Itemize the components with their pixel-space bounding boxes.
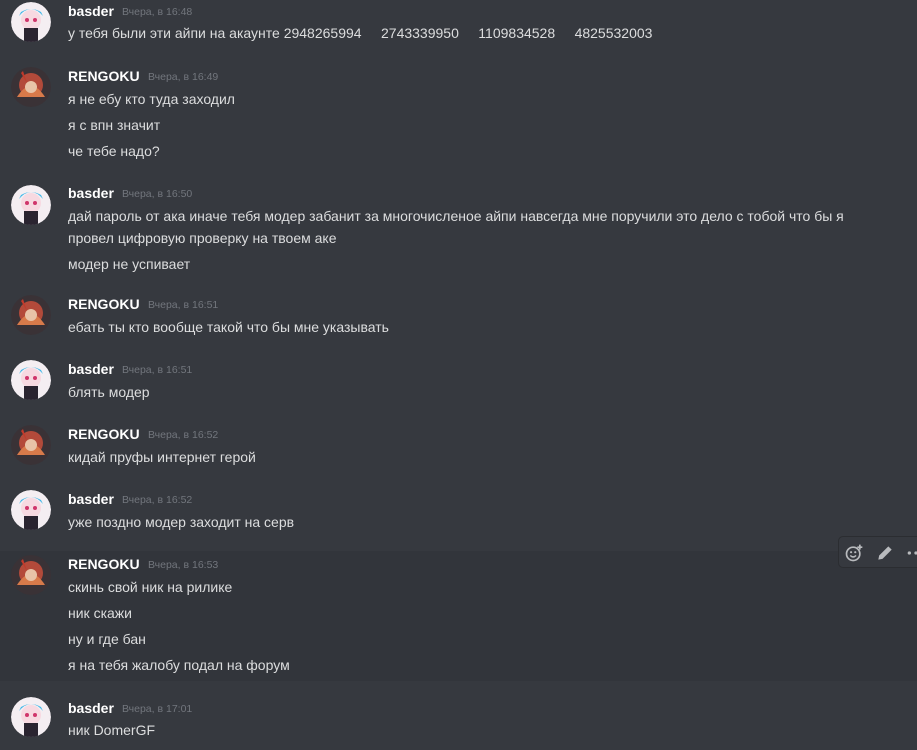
message-group: RENGOKU Вчера, в 16:49 я не ебу кто туда… xyxy=(0,62,917,172)
add-reaction-icon xyxy=(845,544,863,562)
message-group: basder Вчера, в 16:52 уже поздно модер з… xyxy=(0,485,917,540)
author-name[interactable]: RENGOKU xyxy=(68,296,140,312)
message-text: ебать ты кто вообще такой что бы мне ука… xyxy=(68,319,389,335)
edit-icon xyxy=(878,546,892,560)
timestamp: Вчера, в 16:52 xyxy=(122,494,193,506)
message-group: RENGOKU Вчера, в 16:51 ебать ты кто вооб… xyxy=(0,290,917,345)
message-text: ник DomerGF xyxy=(68,722,156,738)
author-name[interactable]: RENGOKU xyxy=(68,68,140,84)
timestamp: Вчера, в 16:49 xyxy=(148,71,219,83)
message-text: блять модер xyxy=(68,384,150,400)
avatar[interactable] xyxy=(11,185,51,225)
timestamp: Вчера, в 16:52 xyxy=(148,429,219,441)
timestamp: Вчера, в 16:50 xyxy=(122,188,193,200)
timestamp: Вчера, в 16:53 xyxy=(148,559,219,571)
avatar[interactable] xyxy=(11,295,51,335)
timestamp: Вчера, в 17:01 xyxy=(122,703,193,715)
avatar[interactable] xyxy=(11,555,51,595)
author-name[interactable]: RENGOKU xyxy=(68,556,140,572)
avatar[interactable] xyxy=(11,697,51,737)
author-name[interactable]: RENGOKU xyxy=(68,426,140,442)
message-group: basder Вчера, в 16:51 блять модер xyxy=(0,355,917,410)
message-text: я не ебу кто туда заходил xyxy=(68,91,235,107)
author-name[interactable]: basder xyxy=(68,491,114,507)
avatar[interactable] xyxy=(11,425,51,465)
avatar[interactable] xyxy=(11,490,51,530)
message-text: модер не успивает xyxy=(68,256,191,272)
more-button[interactable] xyxy=(905,542,917,564)
message-text: че тебе надо? xyxy=(68,143,160,159)
message-group: RENGOKU Вчера, в 16:53 скинь свой ник на… xyxy=(0,551,917,681)
message-text: я на тебя жалобу подал на форум xyxy=(68,657,290,673)
message-group: RENGOKU Вчера, в 16:52 кидай пруфы интер… xyxy=(0,420,917,475)
message-group: basder Вчера, в 17:01 ник DomerGF xyxy=(0,692,917,750)
edit-button[interactable] xyxy=(874,542,896,564)
timestamp: Вчера, в 16:48 xyxy=(122,6,193,18)
timestamp: Вчера, в 16:51 xyxy=(122,364,193,376)
add-reaction-button[interactable] xyxy=(843,542,865,564)
avatar[interactable] xyxy=(11,2,51,42)
message-text: провел цифровую проверку на твоем аке xyxy=(68,230,337,246)
author-name[interactable]: basder xyxy=(68,361,114,377)
message-group: basder Вчера, в 16:48 у тебя были эти ай… xyxy=(0,0,917,55)
message-toolbar xyxy=(838,536,917,568)
timestamp: Вчера, в 16:51 xyxy=(148,299,219,311)
message-text: кидай пруфы интернет герой xyxy=(68,449,256,465)
author-name[interactable]: basder xyxy=(68,3,114,19)
message-text: ну и где бан xyxy=(68,631,146,647)
message-text: скинь свой ник на рилике xyxy=(68,579,233,595)
message-text: дай пароль от ака иначе тебя модер забан… xyxy=(68,208,844,224)
message-group: basder Вчера, в 16:50 дай пароль от ака … xyxy=(0,180,917,280)
avatar[interactable] xyxy=(11,67,51,107)
avatar[interactable] xyxy=(11,360,51,400)
message-text: у тебя были эти айпи на акаунте 29482659… xyxy=(68,25,653,41)
message-text: я с впн значит xyxy=(68,117,161,133)
author-name[interactable]: basder xyxy=(68,185,114,201)
message-text: ник скажи xyxy=(68,605,132,621)
author-name[interactable]: basder xyxy=(68,700,114,716)
more-icon xyxy=(907,551,917,555)
message-text: уже поздно модер заходит на серв xyxy=(68,514,295,530)
